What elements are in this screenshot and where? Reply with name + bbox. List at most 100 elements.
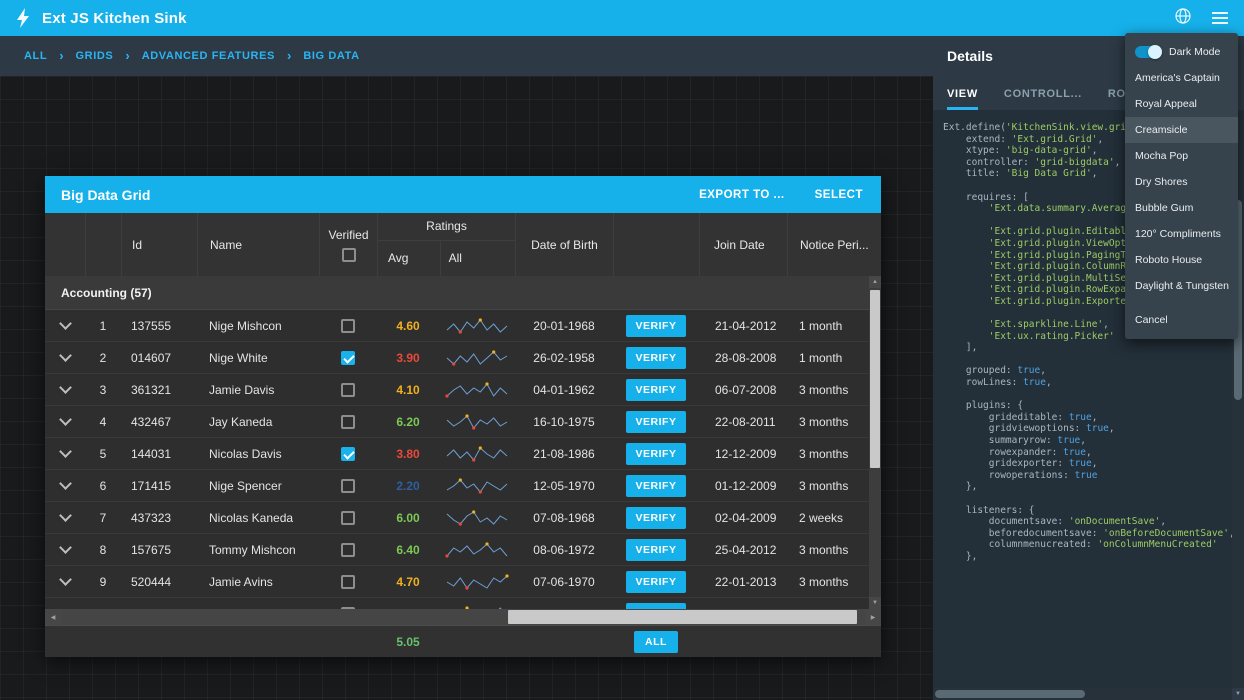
grid-horizontal-scrollbar[interactable]: ◀ ▶ bbox=[45, 609, 881, 625]
menu-item-dark-mode[interactable]: Dark Mode bbox=[1125, 39, 1238, 65]
verify-button[interactable]: VERIFY bbox=[626, 411, 686, 433]
name-cell: Jamie Avins bbox=[197, 575, 319, 589]
code-line: }, bbox=[943, 551, 1232, 563]
header-all[interactable]: All bbox=[440, 241, 515, 276]
breadcrumb-item[interactable]: ALL bbox=[24, 50, 47, 62]
notice-period-cell: 3 months bbox=[787, 447, 869, 461]
scroll-down-icon[interactable]: ▼ bbox=[1232, 688, 1244, 700]
verify-button[interactable]: VERIFY bbox=[626, 443, 686, 465]
id-cell: 171415 bbox=[121, 479, 197, 493]
dark-mode-toggle[interactable] bbox=[1135, 46, 1161, 58]
header-dob[interactable]: Date of Birth bbox=[515, 213, 613, 276]
breadcrumb-item[interactable]: BIG DATA bbox=[303, 50, 359, 62]
join-date-cell: 22-01-2013 bbox=[699, 575, 787, 589]
avg-rating-cell: 2.20 bbox=[377, 479, 439, 493]
verify-cell: VERIFY bbox=[613, 539, 699, 561]
verified-checkbox[interactable] bbox=[341, 447, 355, 461]
header-id[interactable]: Id bbox=[121, 213, 197, 276]
header-expander bbox=[45, 213, 85, 276]
scroll-down-icon[interactable]: ▼ bbox=[869, 597, 881, 609]
verify-button[interactable]: VERIFY bbox=[626, 507, 686, 529]
header-avg[interactable]: Avg bbox=[378, 241, 440, 276]
header-ratings[interactable]: Ratings bbox=[378, 213, 515, 241]
code-line: }, bbox=[943, 481, 1232, 493]
table-row: 1 137555 Nige Mishcon 4.60 20-01-1968 VE… bbox=[45, 310, 869, 342]
scrollbar-thumb[interactable] bbox=[935, 690, 1085, 698]
verify-button[interactable]: VERIFY bbox=[626, 379, 686, 401]
header-notice-period[interactable]: Notice Peri... bbox=[787, 213, 881, 276]
menu-item-theme[interactable]: Roboto House bbox=[1125, 247, 1238, 273]
verify-button[interactable]: VERIFY bbox=[626, 315, 686, 337]
join-date-cell: 25-04-2012 bbox=[699, 543, 787, 557]
verified-checkbox[interactable] bbox=[341, 415, 355, 429]
menu-item-theme[interactable]: Royal Appeal bbox=[1125, 91, 1238, 117]
scroll-left-icon[interactable]: ◀ bbox=[45, 609, 61, 625]
menu-item-theme[interactable]: Bubble Gum bbox=[1125, 195, 1238, 221]
header-name[interactable]: Name bbox=[197, 213, 319, 276]
verify-all-button[interactable]: ALL bbox=[634, 631, 678, 653]
header-verified[interactable]: Verified bbox=[319, 213, 377, 276]
verified-checkbox[interactable] bbox=[341, 543, 355, 557]
verified-checkbox[interactable] bbox=[341, 351, 355, 365]
notice-period-cell: 2 weeks bbox=[787, 511, 869, 525]
verified-checkbox[interactable] bbox=[341, 575, 355, 589]
notice-period-cell: 3 months bbox=[787, 575, 869, 589]
verified-cell bbox=[319, 351, 377, 365]
row-expander[interactable] bbox=[45, 419, 85, 424]
grid-vertical-scrollbar[interactable]: ▲ ▼ bbox=[869, 276, 881, 609]
verify-button[interactable]: VERIFY bbox=[626, 475, 686, 497]
verified-checkbox[interactable] bbox=[341, 511, 355, 525]
row-expander[interactable] bbox=[45, 547, 85, 552]
verified-checkbox[interactable] bbox=[341, 479, 355, 493]
theme-label: 120° Compliments bbox=[1135, 228, 1221, 240]
menu-item-theme[interactable]: 120° Compliments bbox=[1125, 221, 1238, 247]
row-expander[interactable] bbox=[45, 387, 85, 392]
details-horizontal-scrollbar[interactable] bbox=[933, 688, 1232, 700]
sparkline-chart bbox=[445, 350, 509, 366]
menu-item-theme[interactable]: Daylight & Tungsten bbox=[1125, 273, 1238, 299]
header-join-date[interactable]: Join Date bbox=[699, 213, 787, 276]
menu-item-theme[interactable]: Creamsicle bbox=[1125, 117, 1238, 143]
row-expander[interactable] bbox=[45, 579, 85, 584]
verify-button[interactable]: VERIFY bbox=[626, 347, 686, 369]
menu-icon[interactable] bbox=[1212, 9, 1228, 27]
row-number-cell: 6 bbox=[85, 479, 121, 493]
top-bar: Ext JS Kitchen Sink bbox=[0, 0, 1244, 36]
tab-controll[interactable]: CONTROLL... bbox=[1004, 88, 1082, 110]
ratings-sparkline-cell bbox=[439, 318, 515, 334]
breadcrumb-item[interactable]: ADVANCED FEATURES bbox=[142, 50, 275, 62]
row-expander[interactable] bbox=[45, 483, 85, 488]
export-button[interactable]: EXPORT TO ... bbox=[699, 189, 785, 201]
verified-cell bbox=[319, 415, 377, 429]
select-button[interactable]: SELECT bbox=[815, 189, 863, 201]
scroll-right-icon[interactable]: ▶ bbox=[865, 609, 881, 625]
verified-checkbox[interactable] bbox=[341, 319, 355, 333]
menu-item-theme[interactable]: Mocha Pop bbox=[1125, 143, 1238, 169]
group-row[interactable]: Accounting (57) bbox=[45, 276, 869, 310]
join-date-cell: 01-12-2009 bbox=[699, 479, 787, 493]
join-date-cell: 28-08-2008 bbox=[699, 351, 787, 365]
avg-rating-cell: 4.60 bbox=[377, 319, 439, 333]
tab-view[interactable]: VIEW bbox=[947, 88, 978, 110]
menu-item-theme[interactable]: Dry Shores bbox=[1125, 169, 1238, 195]
menu-item-theme[interactable]: America's Captain bbox=[1125, 65, 1238, 91]
verify-cell: VERIFY bbox=[613, 347, 699, 369]
sparkline-chart bbox=[445, 510, 509, 526]
breadcrumb-item[interactable]: GRIDS bbox=[76, 50, 114, 62]
chevron-down-icon bbox=[59, 509, 72, 522]
scrollbar-thumb[interactable] bbox=[508, 610, 857, 624]
verify-button[interactable]: VERIFY bbox=[626, 539, 686, 561]
join-date-cell: 12-12-2009 bbox=[699, 447, 787, 461]
verified-header-checkbox[interactable] bbox=[342, 248, 356, 262]
row-expander[interactable] bbox=[45, 515, 85, 520]
scroll-up-icon[interactable]: ▲ bbox=[869, 276, 881, 288]
row-expander[interactable] bbox=[45, 451, 85, 456]
row-expander[interactable] bbox=[45, 355, 85, 360]
scrollbar-thumb[interactable] bbox=[870, 290, 880, 468]
verified-checkbox[interactable] bbox=[341, 383, 355, 397]
notice-period-cell: 1 month bbox=[787, 319, 869, 333]
globe-icon[interactable] bbox=[1174, 7, 1192, 30]
verify-button[interactable]: VERIFY bbox=[626, 571, 686, 593]
menu-item-cancel[interactable]: Cancel bbox=[1125, 307, 1238, 333]
row-expander[interactable] bbox=[45, 323, 85, 328]
